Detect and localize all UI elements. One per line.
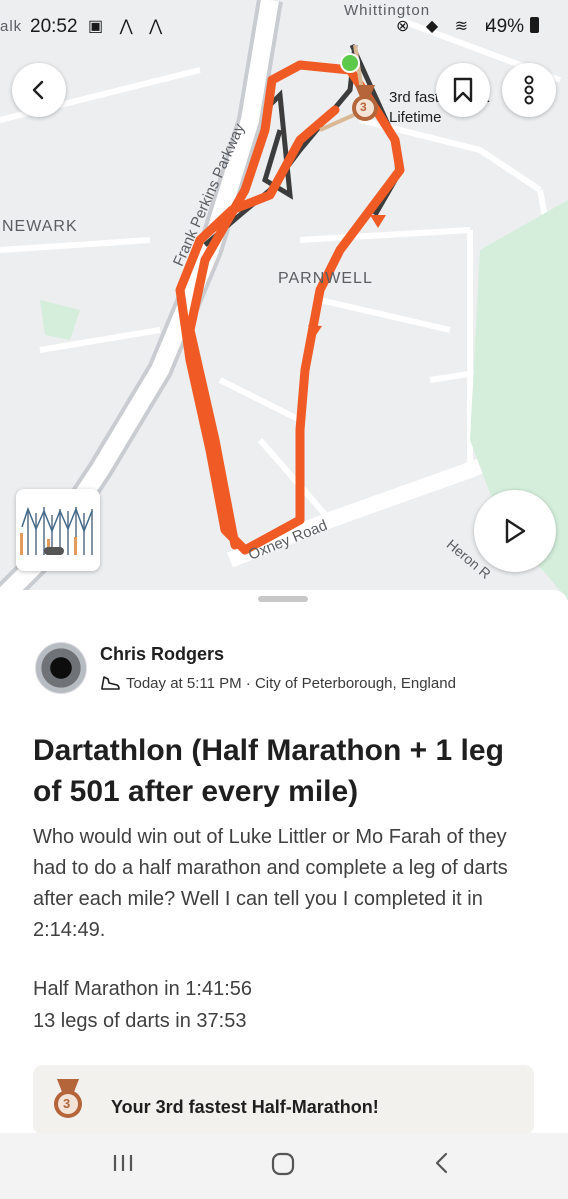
more-icon [524,75,534,105]
avatar[interactable] [35,642,87,694]
more-button[interactable] [502,63,556,117]
stat-line-1: Half Marathon in 1:41:56 [33,978,253,1000]
home-icon[interactable] [270,1151,296,1177]
medal-icon: 3 [350,85,380,123]
area-label-newark: NEWARK [2,218,78,235]
medal-number: 3 [360,100,367,114]
medal-icon: 3 [53,1079,83,1119]
activity-description: Who would win out of Luke Littler or Mo … [33,826,508,941]
stats-thumbnail[interactable] [16,489,100,571]
notification-icons: ▣ ⋀ ⋀ [88,18,169,35]
status-time: 20:52 [30,16,78,37]
activity-title: Dartathlon (Half Marathon + 1 leg of 501… [33,734,504,808]
back-button[interactable] [12,63,66,117]
activity-sheet[interactable]: Chris Rodgers Today at 5:11 PM · City of… [0,590,568,1199]
area-label-parnwell: PARNWELL [278,270,373,287]
achievement-label: Your 3rd fastest Half-Marathon! [111,1097,379,1117]
nav-back-icon[interactable] [430,1151,454,1175]
athlete-name[interactable]: Chris Rodgers [100,644,224,665]
play-flyover-button[interactable] [474,490,556,572]
status-bar: 20:52 ▣ ⋀ ⋀ ⊗ ◆ ≋ ı 49% [0,0,568,52]
stat-line-2: 13 legs of darts in 37:53 [33,1010,247,1032]
route-map[interactable]: 3 3rd fastest 10K Lifetime Whittington a… [0,0,568,600]
bookmark-icon [453,77,473,103]
signal-icons: ⊗ ◆ ≋ ı [396,18,495,35]
activity-meta: Today at 5:11 PM · City of Peterborough,… [100,674,456,692]
sheet-drag-handle[interactable] [258,596,308,602]
achievement-card[interactable]: 3 Your 3rd fastest Half-Marathon! [33,1065,534,1135]
achievement-medal-number: 3 [63,1096,71,1111]
back-icon [32,80,44,100]
system-nav-bar [0,1133,568,1199]
play-icon [505,518,526,544]
activity-meta-text: Today at 5:11 PM · City of Peterborough,… [126,674,456,692]
shoe-icon [101,676,120,690]
battery-icon [530,17,539,33]
bookmark-button[interactable] [436,63,490,117]
start-marker [340,53,360,73]
recents-icon[interactable] [111,1151,135,1175]
battery-level: 49% [486,16,525,37]
mini-chart [20,506,93,555]
